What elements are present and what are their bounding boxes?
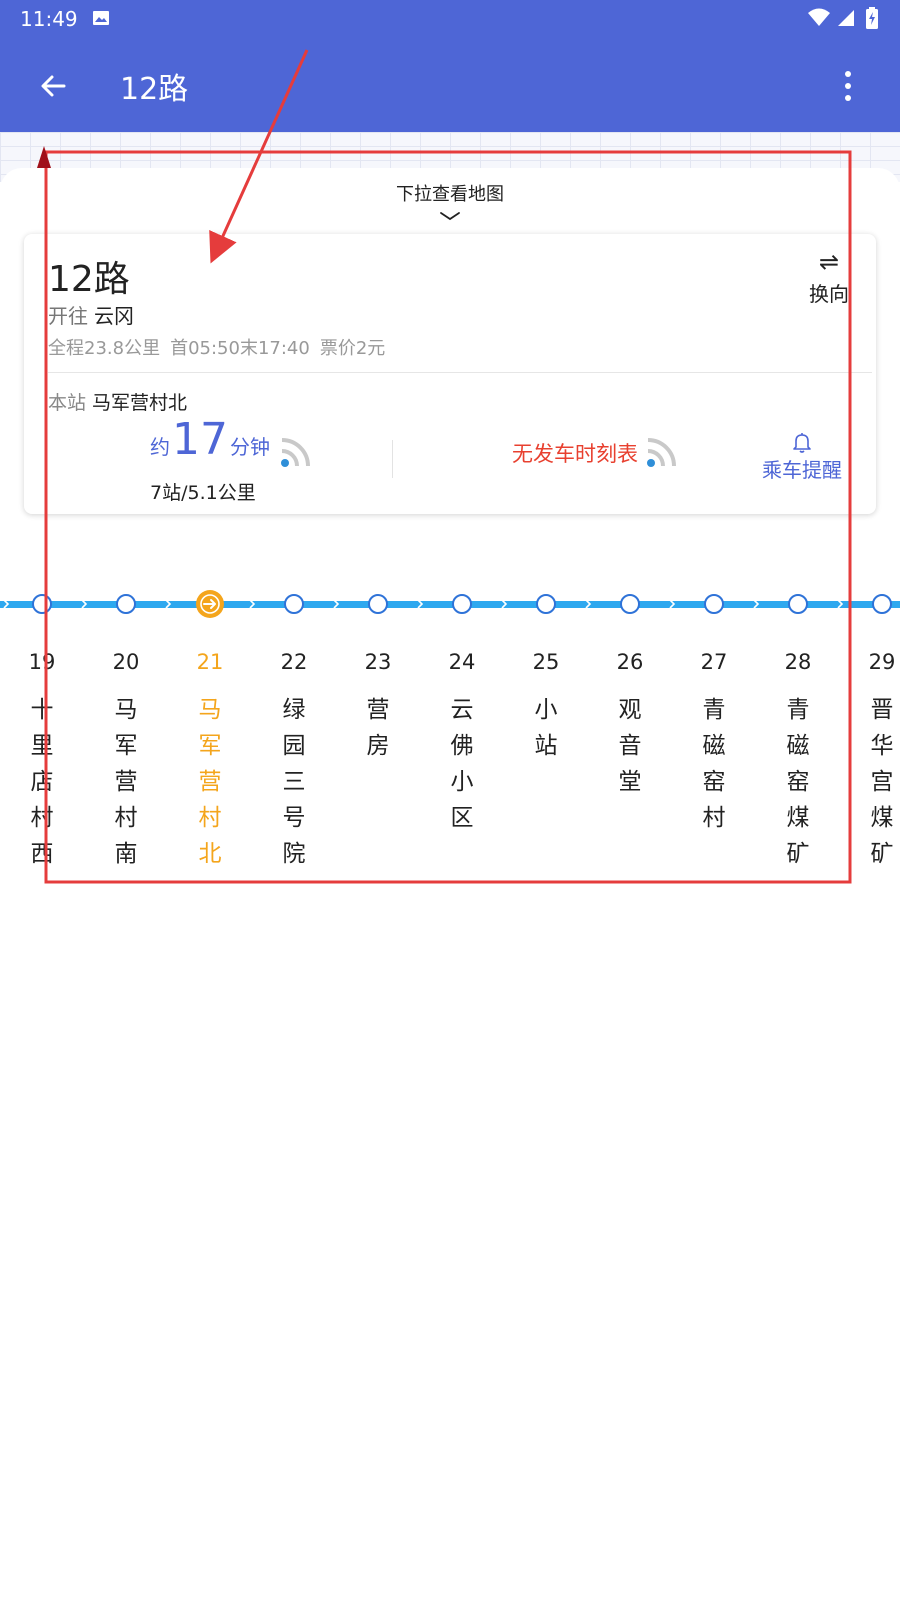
route-direction: 开往 云冈 xyxy=(48,300,134,329)
direction-chevron-icon xyxy=(332,596,340,612)
more-options-icon[interactable] xyxy=(838,66,858,106)
stop-name: 小站 xyxy=(534,697,558,759)
stop-item[interactable]: 24 云佛小区 xyxy=(442,650,482,836)
stop-item[interactable]: 25 小站 xyxy=(526,650,566,764)
stop-name: 马军营村南 xyxy=(114,697,138,867)
stop-name: 晋华宫煤矿 xyxy=(870,697,894,867)
app-bar: 12路 xyxy=(0,36,900,132)
eta-detail: 7站/5.1公里 xyxy=(150,482,256,504)
current-station: 本站 马军营村北 xyxy=(48,388,187,415)
stop-number: 26 xyxy=(616,650,644,674)
route-meta: 全程23.8公里 首05:50末17:40 票价2元 xyxy=(48,334,395,360)
stop-number: 28 xyxy=(784,650,812,674)
stop-number: 23 xyxy=(364,650,392,674)
realtime-signal-icon xyxy=(647,438,676,467)
stop-number: 27 xyxy=(700,650,728,674)
stop-item[interactable]: 28 青磁窑煤矿 xyxy=(778,650,818,872)
ride-reminder-label: 乘车提醒 xyxy=(762,458,842,482)
route-name: 12路 xyxy=(48,259,130,300)
stop-item[interactable]: 20 马军营村南 xyxy=(106,650,146,872)
stop-number: 29 xyxy=(868,650,896,674)
stop-marker[interactable] xyxy=(620,594,640,614)
stop-number: 25 xyxy=(532,650,560,674)
direction-chevron-icon xyxy=(668,596,676,612)
stop-item[interactable]: 29 晋华宫煤矿 xyxy=(862,650,900,872)
status-time: 11:49 xyxy=(20,7,78,31)
stop-marker[interactable] xyxy=(32,594,52,614)
stop-marker[interactable] xyxy=(704,594,724,614)
stop-marker[interactable] xyxy=(536,594,556,614)
eta-minutes: 17 xyxy=(172,414,228,465)
wifi-icon xyxy=(808,8,830,26)
stop-name: 观音堂 xyxy=(618,697,642,795)
station-prefix: 本站 xyxy=(48,392,87,414)
no-schedule-text: 无发车时刻表 xyxy=(512,442,638,466)
stop-name: 云佛小区 xyxy=(450,697,474,831)
cell-signal-icon xyxy=(838,10,854,26)
stop-marker[interactable] xyxy=(284,594,304,614)
stop-name: 绿园三号院 xyxy=(282,697,306,867)
eta: 约17 分钟 xyxy=(150,414,270,465)
bell-icon xyxy=(793,433,811,453)
stop-name: 青磁窑村 xyxy=(702,697,726,831)
realtime-signal-icon xyxy=(281,438,310,467)
route-hours: 首05:50末17:40 xyxy=(170,338,310,359)
direction-chevron-icon xyxy=(752,596,760,612)
direction-chevron-icon xyxy=(500,596,508,612)
direction-chevron-icon xyxy=(248,596,256,612)
stop-marker[interactable] xyxy=(452,594,472,614)
stop-name: 营房 xyxy=(366,697,390,759)
arrow-right-icon xyxy=(200,594,220,614)
stop-marker[interactable] xyxy=(788,594,808,614)
direction-chevron-icon xyxy=(836,596,844,612)
route-fare: 票价2元 xyxy=(319,338,386,359)
eta-divider xyxy=(392,440,393,478)
stop-item[interactable]: 23 营房 xyxy=(358,650,398,764)
stop-marker[interactable] xyxy=(116,594,136,614)
stop-marker[interactable] xyxy=(368,594,388,614)
stop-item[interactable]: 19 十里店村西 xyxy=(22,650,62,872)
direction-prefix: 开往 xyxy=(48,304,88,328)
chevron-down-icon[interactable] xyxy=(438,210,462,222)
back-arrow-icon[interactable] xyxy=(32,64,76,108)
eta-unit: 分钟 xyxy=(230,435,270,459)
stop-name: 马军营村北 xyxy=(198,697,222,867)
stop-name: 青磁窑煤矿 xyxy=(786,697,810,867)
stop-item[interactable]: 22 绿园三号院 xyxy=(274,650,314,872)
stop-item[interactable]: 26 观音堂 xyxy=(610,650,650,800)
stop-name: 十里店村西 xyxy=(30,697,54,867)
direction-chevron-icon xyxy=(416,596,424,612)
stop-number: 21 xyxy=(196,650,224,674)
direction-chevron-icon xyxy=(584,596,592,612)
eta-prefix: 约 xyxy=(150,435,170,459)
image-notification-icon xyxy=(93,11,109,25)
current-stop-marker[interactable] xyxy=(196,590,224,618)
status-bar: 11:49 xyxy=(0,0,900,36)
pull-down-map-hint[interactable]: 下拉查看地图 xyxy=(0,180,900,206)
stop-number: 19 xyxy=(28,650,56,674)
route-info-card: 12路 开往 云冈 全程23.8公里 首05:50末17:40 票价2元 ⇌ 换向 本… xyxy=(24,234,876,514)
battery-charging-icon xyxy=(866,7,878,29)
stop-number: 22 xyxy=(280,650,308,674)
stop-item[interactable]: 27 青磁窑村 xyxy=(694,650,734,836)
switch-direction-label: 换向 xyxy=(809,282,849,306)
stop-number: 24 xyxy=(448,650,476,674)
stop-number: 20 xyxy=(112,650,140,674)
ride-reminder-button[interactable]: 乘车提醒 xyxy=(756,430,848,483)
page-title: 12路 xyxy=(120,72,189,107)
station-name: 马军营村北 xyxy=(92,392,188,414)
stop-item[interactable]: 21 马军营村北 xyxy=(190,650,230,872)
switch-direction-button[interactable]: ⇌ 换向 xyxy=(796,248,862,307)
stop-marker[interactable] xyxy=(872,594,892,614)
card-divider xyxy=(48,372,872,373)
direction-chevron-icon xyxy=(164,596,172,612)
swap-arrows-icon: ⇌ xyxy=(818,248,840,276)
direction-chevron-icon xyxy=(80,596,88,612)
direction-chevron-icon xyxy=(2,596,10,612)
route-distance: 全程23.8公里 xyxy=(48,338,161,359)
destination-name: 云冈 xyxy=(94,304,134,328)
